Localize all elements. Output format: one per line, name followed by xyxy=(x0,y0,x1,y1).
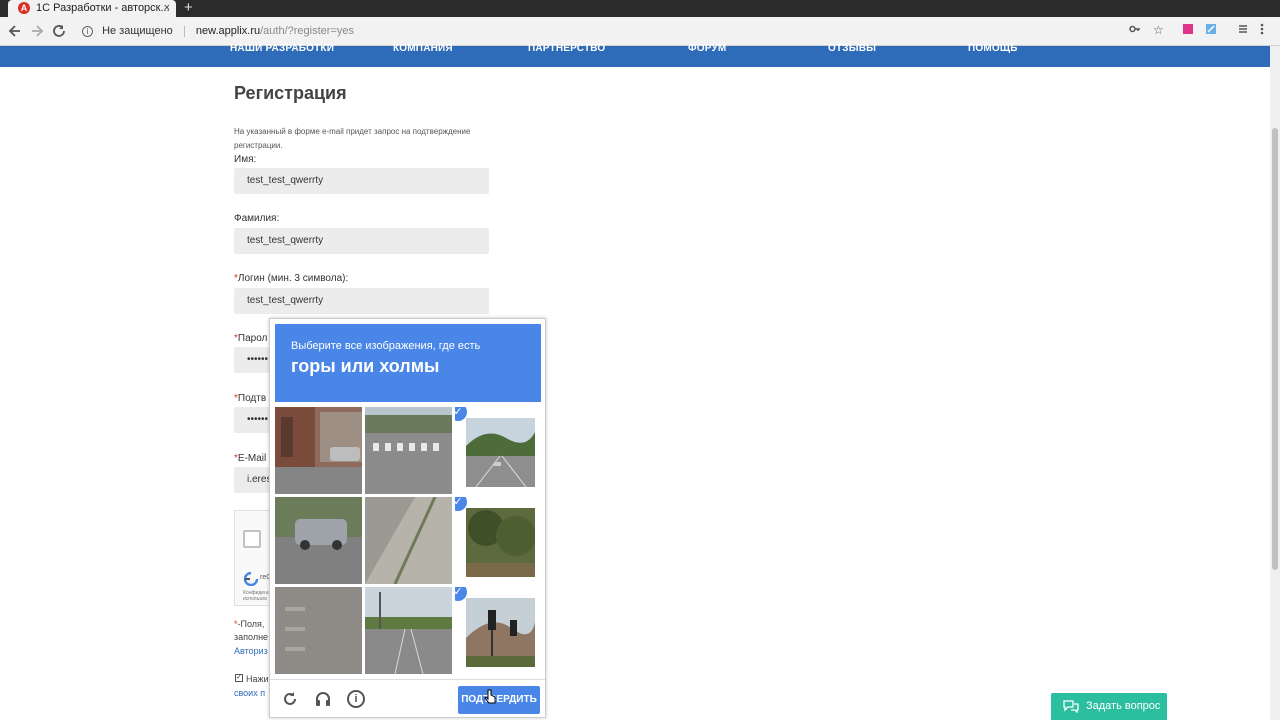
agree-checkbox[interactable]: ✓ xyxy=(235,674,243,682)
challenge-tile[interactable] xyxy=(275,407,362,494)
challenge-header: Выберите все изображения, где есть горы … xyxy=(275,324,541,402)
star-icon[interactable]: ☆ xyxy=(1153,23,1164,37)
challenge-tile-selected[interactable]: ✓ xyxy=(455,407,542,494)
login-label: *Логин (мин. 3 символа): xyxy=(234,273,349,284)
challenge-image-grid: ✓ ✓ ✓ xyxy=(275,407,542,674)
menu-icon[interactable] xyxy=(1260,23,1264,38)
login-field[interactable]: test_test_qwerrty xyxy=(234,288,489,314)
tab-title: 1С Разработки - авторск... xyxy=(36,2,170,14)
browser-tab[interactable]: A 1С Разработки - авторск... × xyxy=(8,0,176,17)
site-favicon-icon: A xyxy=(18,2,30,14)
challenge-tile[interactable] xyxy=(275,497,362,584)
url-path: /auth/?register=yes xyxy=(260,25,354,37)
browser-tabstrip: A 1С Разработки - авторск... × + xyxy=(0,0,1280,17)
ask-question-button[interactable]: Задать вопрос xyxy=(1051,693,1167,720)
scrollbar-thumb[interactable] xyxy=(1272,128,1278,570)
nav-item-forum[interactable]: ФОРУМ xyxy=(688,44,726,54)
address-bar[interactable]: i Не защищено new.applix.ru/auth/?regist… xyxy=(78,22,1118,41)
last-name-label: Фамилия: xyxy=(234,213,280,224)
help-info-icon[interactable]: i xyxy=(347,690,365,708)
new-tab-button[interactable]: + xyxy=(184,0,193,16)
back-icon[interactable] xyxy=(7,23,23,39)
required-footnote: *-Поля, xyxy=(234,619,265,629)
email-label: *E-Mail xyxy=(234,453,267,464)
auth-link[interactable]: Авториз xyxy=(234,646,268,656)
recaptcha-challenge: Выберите все изображения, где есть горы … xyxy=(269,318,546,718)
reload-icon[interactable] xyxy=(51,23,67,39)
nav-item-reviews[interactable]: ОТЗЫВЫ xyxy=(828,44,876,54)
challenge-tile[interactable] xyxy=(365,587,452,674)
extension-icon[interactable] xyxy=(1182,23,1194,38)
last-name-field[interactable]: test_test_qwerrty xyxy=(234,228,489,254)
challenge-instruction: Выберите все изображения, где есть xyxy=(291,340,481,352)
recaptcha-privacy-text[interactable]: Конфиденц. использов xyxy=(243,590,271,602)
chat-bubbles-icon xyxy=(1063,700,1079,713)
tab-close-icon[interactable]: × xyxy=(164,0,170,17)
info-icon[interactable]: i xyxy=(82,25,93,37)
challenge-tile-selected[interactable]: ✓ xyxy=(455,587,542,674)
url-host: new.applix.ru xyxy=(195,25,261,37)
password-label: *Парол xyxy=(234,333,268,344)
required-footnote-line2: заполне xyxy=(234,632,269,642)
extension-icon[interactable] xyxy=(1237,23,1249,38)
site-nav: НАШИ РАЗРАБОТКИ КОМПАНИЯ ПАРТНЕРСТВО ФОР… xyxy=(0,44,1270,67)
challenge-tile[interactable] xyxy=(365,407,452,494)
nav-item-products[interactable]: НАШИ РАЗРАБОТКИ xyxy=(230,44,334,54)
first-name-field[interactable]: test_test_qwerrty xyxy=(234,168,489,194)
nav-item-partnership[interactable]: ПАРТНЕРСТВО xyxy=(528,44,605,54)
nav-item-help[interactable]: ПОМОЩЬ xyxy=(968,44,1018,54)
challenge-target: горы или холмы xyxy=(291,356,440,376)
recaptcha-checkbox[interactable] xyxy=(243,530,261,548)
first-name-label: Имя: xyxy=(234,154,257,165)
ask-question-label: Задать вопрос xyxy=(1086,700,1161,712)
mouse-cursor-icon xyxy=(484,689,496,704)
agree-text: Нажи xyxy=(246,674,269,684)
confirm-password-label: *Подтв xyxy=(234,393,267,404)
browser-toolbar: i Не защищено new.applix.ru/auth/?regist… xyxy=(0,17,1280,46)
challenge-tile-selected[interactable]: ✓ xyxy=(455,497,542,584)
forward-icon[interactable] xyxy=(29,23,45,39)
refresh-icon[interactable] xyxy=(281,690,299,708)
verify-button[interactable]: ПОДТВЕРДИТЬ xyxy=(458,686,540,714)
page-title: Регистрация xyxy=(234,83,347,103)
audio-challenge-icon[interactable] xyxy=(314,690,332,708)
nav-item-company[interactable]: КОМПАНИЯ xyxy=(393,44,453,54)
security-label: Не защищено xyxy=(102,25,173,37)
challenge-footer: i ПОДТВЕРДИТЬ xyxy=(270,679,545,718)
recaptcha-logo-icon xyxy=(243,572,259,586)
agree-link[interactable]: своих п xyxy=(234,688,265,698)
challenge-tile[interactable] xyxy=(275,587,362,674)
form-note: На указанный в форме e-mail придет запро… xyxy=(234,127,471,150)
challenge-tile[interactable] xyxy=(365,497,452,584)
key-icon[interactable] xyxy=(1129,23,1141,38)
extension-icon[interactable] xyxy=(1205,23,1217,38)
